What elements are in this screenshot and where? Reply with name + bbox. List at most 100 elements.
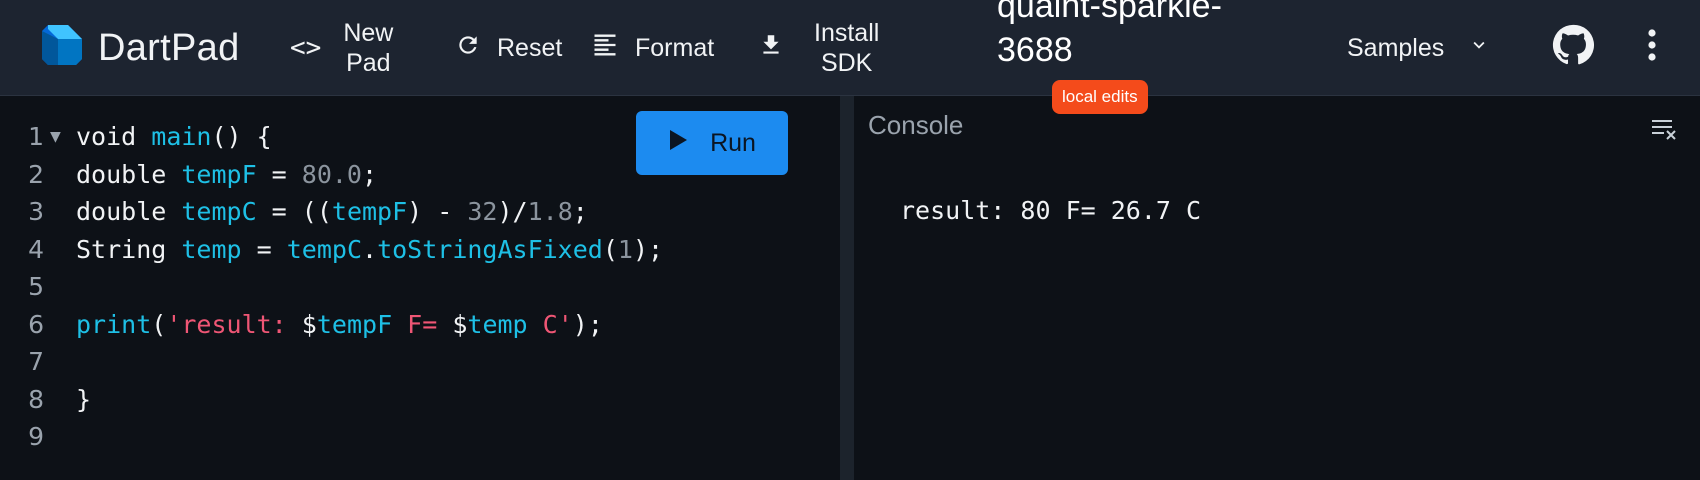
install-sdk-button[interactable]: Install SDK — [758, 18, 879, 78]
code-token: 'result: — [166, 309, 302, 339]
more-menu-button[interactable] — [1640, 26, 1664, 70]
line-number: 4 — [28, 234, 44, 264]
code-token: tempC — [181, 197, 257, 226]
pad-name-line2: 3688 — [997, 31, 1073, 69]
console-output: result: 80 F= 26.7 C — [900, 196, 1202, 225]
code-token: tempF — [181, 159, 257, 189]
code-token: $ — [452, 309, 468, 339]
line-number: 2 — [28, 159, 44, 189]
new-pad-label-line2: Pad — [346, 49, 391, 77]
play-icon — [668, 129, 688, 158]
install-sdk-label-line2: SDK — [820, 49, 873, 77]
code-line[interactable]: 1 ▼ void main() { — [0, 118, 663, 156]
code-text: print('result: $tempF F= $temp C'); — [76, 306, 603, 344]
code-lines: 1 ▼ void main() {2 double tempF = 80.0; 3 dou… — [0, 118, 663, 456]
code-line[interactable]: 9 — [0, 418, 663, 456]
code-text: double tempF = 80.0; — [76, 156, 377, 194]
code-token: ) - — [407, 197, 468, 226]
code-token: main — [151, 122, 212, 151]
code-line[interactable]: 7 — [0, 343, 663, 381]
code-token: ; — [362, 159, 378, 189]
code-token: = — [256, 159, 302, 189]
download-icon — [758, 32, 784, 65]
fold-arrow-icon[interactable]: ▼ — [46, 118, 76, 156]
code-line[interactable]: 5 — [0, 268, 663, 306]
line-number: 9 — [28, 422, 44, 451]
code-token: 32 — [467, 197, 498, 226]
code-token: temp — [467, 309, 528, 339]
code-token: tempF — [331, 197, 408, 226]
pane-splitter[interactable] — [840, 96, 854, 480]
pad-name[interactable]: quaint-sparkle- 3688 — [997, 0, 1257, 74]
github-button[interactable] — [1552, 24, 1596, 73]
format-lines-icon — [591, 31, 619, 66]
code-token: ; — [572, 197, 588, 226]
code-token: ); — [632, 234, 664, 264]
run-button[interactable]: Run — [636, 111, 788, 175]
code-token: ( — [602, 234, 618, 264]
code-line[interactable]: 2 double tempF = 80.0; — [0, 156, 663, 194]
more-vert-icon — [1647, 28, 1657, 69]
code-token: 80.0 — [301, 159, 362, 189]
line-number: 7 — [28, 347, 44, 376]
code-token: double — [76, 197, 182, 226]
code-line[interactable]: 6 print('result: $tempF F= $temp C'); — [0, 306, 663, 344]
clear-all-icon[interactable] — [1650, 116, 1678, 140]
code-token: String — [76, 234, 182, 264]
code-text: String temp = tempC.toStringAsFixed(1); — [76, 231, 663, 269]
chevron-down-icon — [1468, 34, 1490, 63]
code-token: = — [241, 234, 287, 264]
code-token: F= — [392, 309, 453, 339]
code-token: $ — [301, 309, 317, 339]
code-text: } — [76, 381, 91, 419]
console-title: Console — [868, 110, 964, 140]
line-number: 6 — [28, 309, 44, 339]
new-pad-label: New Pad — [343, 18, 393, 78]
dart-logo-icon — [38, 21, 86, 76]
reset-button[interactable]: Reset — [455, 28, 562, 68]
app-title: DartPad — [98, 26, 240, 69]
samples-label: Samples — [1347, 33, 1445, 62]
new-pad-button[interactable]: <> New Pad — [290, 18, 393, 78]
code-token: temp — [181, 234, 242, 264]
code-line[interactable]: 4 String temp = tempC.toStringAsFixed(1); — [0, 231, 663, 269]
code-token: tempF — [316, 309, 393, 339]
app-bar: DartPad <> New Pad Reset Format Install … — [0, 0, 1700, 96]
code-line[interactable]: 3 double tempC = ((tempF) - 32)/1.8; — [0, 193, 663, 231]
format-button[interactable]: Format — [591, 28, 714, 68]
code-text: void main() { — [76, 118, 272, 156]
new-pad-label-line1: New — [343, 19, 394, 47]
github-icon — [1552, 24, 1595, 73]
line-number: 8 — [28, 384, 44, 414]
dartpad-logo[interactable]: DartPad — [38, 22, 240, 74]
install-sdk-label: Install SDK — [814, 18, 879, 78]
code-token: toStringAsFixed — [377, 234, 603, 264]
code-text: double tempC = ((tempF) - 32)/1.8; — [76, 193, 588, 231]
code-token: 1.8 — [527, 197, 573, 226]
reset-label: Reset — [497, 33, 563, 62]
pad-name-line1: quaint-sparkle- — [997, 0, 1222, 25]
format-label: Format — [635, 33, 715, 62]
code-token: )/ — [497, 197, 528, 226]
code-brackets-icon: <> — [290, 33, 322, 63]
code-line[interactable]: 8} — [0, 381, 663, 419]
code-token: C' — [527, 309, 573, 339]
code-token: tempC — [286, 234, 362, 264]
line-number: 3 — [28, 197, 44, 226]
install-sdk-label-line1: Install — [814, 19, 880, 47]
code-token: 1 — [617, 234, 633, 264]
code-token: ( — [151, 309, 167, 339]
code-token: void — [76, 122, 152, 151]
line-number: 1 — [28, 122, 44, 151]
samples-dropdown[interactable]: Samples — [1347, 28, 1490, 68]
code-token: print — [76, 309, 152, 339]
code-token: } — [76, 384, 92, 414]
